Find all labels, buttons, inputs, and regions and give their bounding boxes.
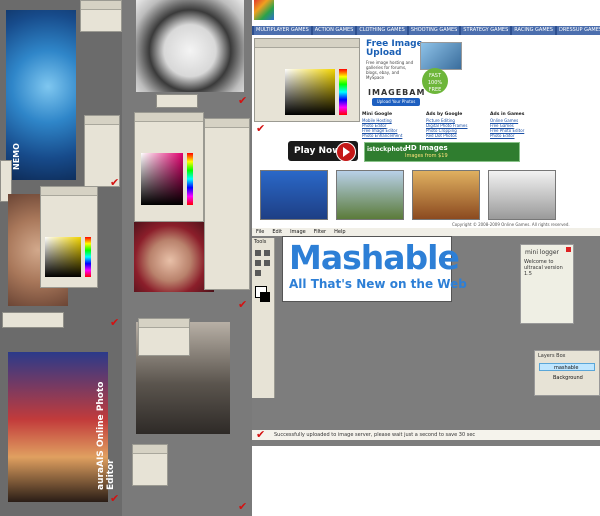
nav-item[interactable]: CLOTHING GAMES [357, 26, 407, 35]
upload-brand: IMAGEBAM [368, 88, 426, 97]
menu-edit[interactable]: Edit [272, 228, 282, 236]
nav-item[interactable]: RACING GAMES [512, 26, 555, 35]
ad-logo: istockphoto [367, 146, 407, 153]
check-icon: ✔ [256, 428, 266, 441]
image-upload-ad[interactable]: Free Image Upload Free image hosting and… [362, 38, 466, 108]
game-thumbnail[interactable] [412, 170, 480, 220]
layer-panel[interactable] [204, 118, 250, 290]
nav-item[interactable]: STRATEGY GAMES [461, 26, 511, 35]
movie-title: NEMO [12, 143, 21, 170]
menu-panel[interactable] [132, 444, 168, 486]
menu-help[interactable]: Help [334, 228, 345, 236]
check-icon: ✔ [110, 176, 120, 189]
hue-slider[interactable] [187, 153, 193, 205]
canvas[interactable]: Mashable All That's New on the Web [282, 236, 467, 302]
game-thumbnail[interactable] [488, 170, 556, 220]
play-icon [336, 142, 356, 162]
layer-item[interactable]: mashable [539, 363, 595, 371]
nav-item[interactable]: DRESSUP GAMES [556, 26, 600, 35]
status-bar: ✔ Successfully uploaded to image server,… [252, 428, 600, 441]
check-icon: ✔ [110, 492, 120, 505]
color-picker-panel[interactable] [40, 186, 98, 288]
toolbox[interactable] [2, 312, 64, 328]
link-columns: Mini Google Mobile Hosting Photo Editor … [362, 112, 598, 142]
upload-title-line: Upload [366, 48, 402, 58]
check-icon: ✔ [110, 316, 120, 329]
badge-line: FAST [428, 73, 442, 79]
ad-title: HD Images [405, 144, 448, 152]
upload-description: Free image hosting and galleries for for… [366, 60, 414, 80]
info-window-title: mini logger [525, 249, 560, 256]
info-window[interactable]: mini logger Welcome to ultracal version … [520, 244, 574, 324]
background-color-swatch[interactable] [260, 292, 270, 302]
collage-root: NEMO ✔ ✔ auraAIS Online Photo Editor ✔ ✔ [0, 0, 600, 516]
upload-title: Free Image Upload [366, 40, 423, 58]
nav-item[interactable]: SHOOTING GAMES [408, 26, 460, 35]
site-navbar: MULTIPLAYER GAMES ACTION GAMES CLOTHING … [252, 26, 600, 35]
editor-column-left: NEMO ✔ ✔ auraAIS Online Photo Editor ✔ [0, 0, 122, 516]
link-column: Ads in Games Online Games Free Games Fre… [490, 112, 554, 138]
link-column: Mini Google Mobile Hosting Photo Editor … [362, 112, 426, 138]
editor-column-middle: ✔ ✔ ✔ [122, 0, 252, 516]
site-logo-icon[interactable] [254, 0, 274, 20]
link[interactable]: Photo Enhancement [362, 133, 426, 138]
layers-panel[interactable]: Layers Box mashable Background [534, 350, 600, 396]
layer-item[interactable]: Background [539, 374, 595, 382]
info-panel[interactable] [138, 318, 190, 356]
tool-icon[interactable] [255, 270, 261, 276]
tool-icon[interactable] [255, 260, 261, 266]
canvas-title: Mashable [289, 238, 460, 277]
play-now-button[interactable]: Play Now! [288, 141, 358, 162]
nav-item[interactable]: MULTIPLAYER GAMES [254, 26, 311, 35]
hue-slider[interactable] [85, 237, 91, 277]
toolbox[interactable] [156, 94, 198, 108]
tools-panel[interactable]: Tools [252, 238, 275, 398]
nav-item[interactable]: ACTION GAMES [312, 26, 356, 35]
link[interactable]: Red Dot Photos [426, 133, 490, 138]
ad-subtitle: Images from $19 [405, 153, 448, 159]
link[interactable]: Photo Editor [490, 133, 554, 138]
menu-bar: File Edit Image Filter Help [252, 228, 600, 236]
free-badge: FAST 100% FREE [422, 68, 448, 94]
tool-icon[interactable] [264, 250, 270, 256]
badge-line: 100% [427, 80, 443, 86]
painted-face-image [8, 352, 108, 502]
color-picker-square[interactable] [285, 69, 335, 115]
check-icon: ✔ [238, 94, 248, 107]
menu-image[interactable]: Image [290, 228, 306, 236]
status-text: Successfully uploaded to image server, p… [274, 432, 476, 438]
close-icon[interactable] [566, 247, 571, 252]
game-thumbnail[interactable] [336, 170, 404, 220]
copyright-text: Copyright © 2008-2009 Online Games. All … [452, 222, 570, 227]
color-picker-panel[interactable] [134, 112, 204, 222]
color-picker-square[interactable] [45, 237, 81, 277]
tool-icon[interactable] [264, 260, 270, 266]
website-and-editor-column: ✔ MULTIPLAYER GAMES ACTION GAMES CLOTHIN… [252, 0, 600, 516]
app-vertical-label: auraAIS Online Photo Editor [96, 381, 116, 490]
check-icon: ✔ [256, 122, 266, 135]
upload-photos-button[interactable]: Upload Your Photos [372, 98, 420, 106]
photo-stack-icon [420, 42, 462, 70]
tools-title: Tools [254, 239, 267, 245]
portrait-image [134, 222, 214, 292]
color-picker-square[interactable] [141, 153, 183, 205]
menu-file[interactable]: File [256, 228, 264, 236]
badge-line: FREE [428, 87, 442, 93]
canvas-subtitle: All That's New on the Web [289, 277, 467, 291]
check-icon: ✔ [238, 298, 248, 311]
photo-editor: File Edit Image Filter Help Tools Mashab… [252, 228, 600, 446]
link-column: Ads by Google Picture Editing Digital Ph… [426, 112, 490, 138]
check-icon: ✔ [238, 500, 248, 513]
site-header [252, 0, 600, 24]
layers-title: Layers Box [538, 353, 566, 359]
menu-filter[interactable]: Filter [314, 228, 326, 236]
game-thumbnail[interactable] [260, 170, 328, 220]
tool-panel[interactable] [80, 0, 122, 32]
tool-icon[interactable] [255, 250, 261, 256]
tire-image [136, 0, 244, 92]
color-picker-panel[interactable] [254, 38, 360, 122]
hue-slider[interactable] [339, 69, 347, 115]
hd-images-ad[interactable]: istockphoto HD Images Images from $19 [364, 142, 520, 162]
info-window-body: Welcome to ultracal version 1.5 [524, 259, 563, 277]
